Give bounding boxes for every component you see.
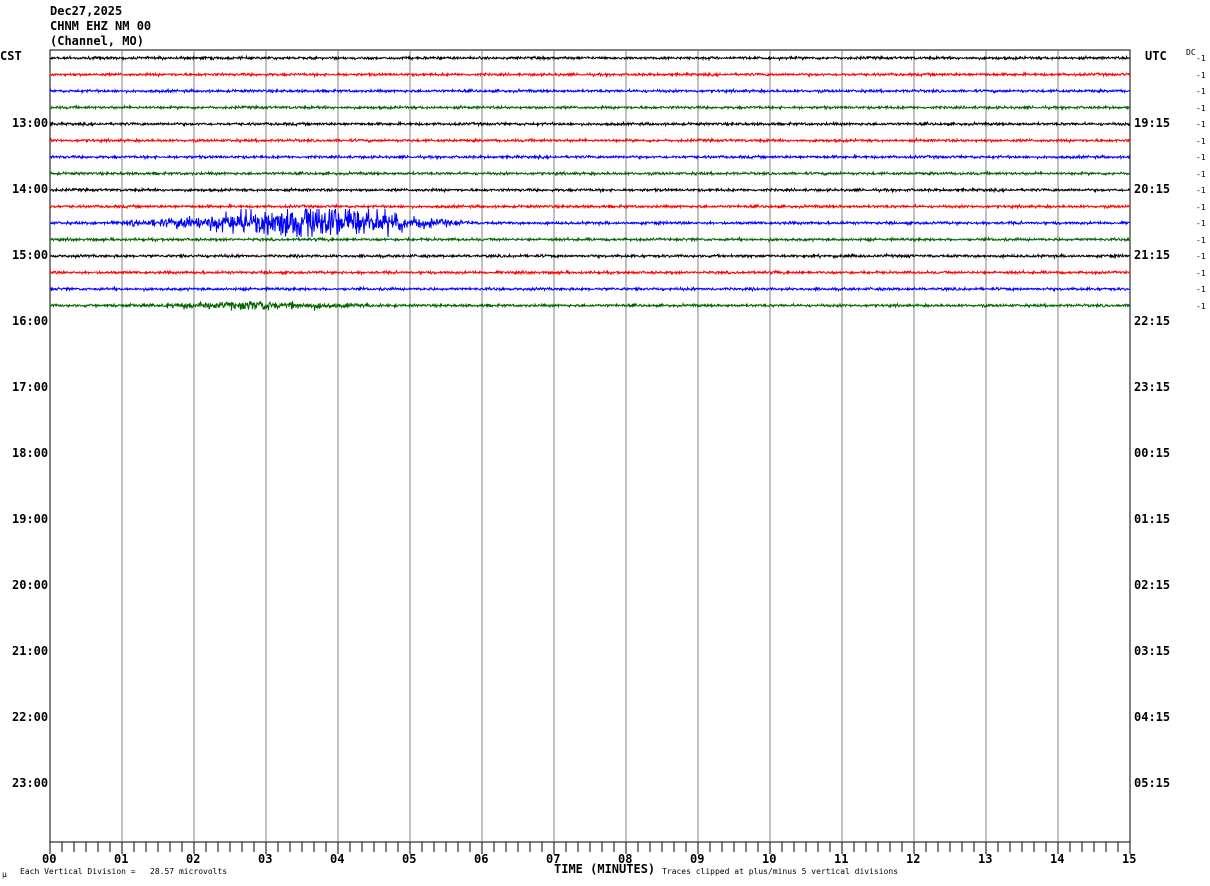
right-hour-label: 05:15 — [1134, 776, 1171, 790]
seismic-trace — [49, 208, 1131, 238]
x-axis-label: TIME (MINUTES) — [554, 862, 656, 876]
x-tick-label: 04 — [330, 852, 345, 866]
right-hour-label: 19:15 — [1134, 116, 1171, 130]
dc-offset-label: -1 — [1196, 120, 1206, 129]
right-hour-label: 22:15 — [1134, 314, 1171, 328]
seismic-trace — [49, 268, 1131, 277]
x-tick-label: 12 — [906, 852, 921, 866]
seismic-trace — [49, 203, 1131, 210]
dc-offset-label: -1 — [1196, 235, 1206, 245]
left-hour-label: 23:00 — [12, 776, 49, 790]
x-tick-label: 10 — [762, 852, 777, 866]
x-tick-label: 15 — [1122, 852, 1137, 866]
plot-area — [49, 49, 1131, 854]
right-hour-label: 04:15 — [1134, 710, 1171, 724]
x-tick-label: 03 — [258, 852, 273, 866]
dc-offset-label: -1 — [1196, 153, 1206, 162]
x-tick-label: 07 — [546, 852, 561, 866]
x-tick-label: 01 — [114, 852, 129, 866]
left-hour-label: 13:00 — [12, 116, 49, 130]
scale-note: Each Vertical Division = 28.57 microvolt… — [20, 867, 228, 876]
dc-offset-label: -1 — [1196, 301, 1206, 311]
left-hour-label: 19:00 — [12, 512, 49, 526]
dc-offset-label: -1 — [1196, 285, 1206, 294]
left-hour-label: 17:00 — [12, 380, 49, 394]
dc-offset-label: -1 — [1196, 268, 1206, 278]
seismic-trace — [49, 120, 1131, 128]
right-hour-label: 02:15 — [1134, 578, 1171, 592]
right-hour-label: 00:15 — [1134, 446, 1171, 460]
helicorder-chart: Dec27,2025 CHNM EHZ NM 00 (Channel, MO) … — [0, 0, 1210, 886]
dc-offset-label: -1 — [1196, 169, 1206, 179]
left-hour-label: 14:00 — [12, 182, 49, 196]
mu-symbol: µ — [2, 870, 7, 879]
right-hour-label: 23:15 — [1134, 380, 1171, 394]
seismic-trace — [49, 87, 1131, 95]
x-tick-label: 08 — [618, 852, 633, 866]
x-tick-label: 13 — [978, 852, 993, 866]
seismic-trace — [49, 54, 1131, 62]
x-tick-label: 00 — [42, 852, 57, 866]
right-hour-label: 03:15 — [1134, 644, 1171, 658]
left-hour-label: 18:00 — [12, 446, 49, 460]
left-hour-label: 16:00 — [12, 314, 49, 328]
seismic-trace — [49, 170, 1130, 177]
dc-offset-label: -1 — [1196, 219, 1206, 228]
x-tick-label: 14 — [1050, 852, 1065, 866]
dc-offset-label: -1 — [1196, 252, 1206, 261]
seismic-trace — [49, 235, 1131, 244]
left-hour-label: 15:00 — [12, 248, 49, 262]
x-tick-label: 02 — [186, 852, 201, 866]
left-hour-label: 22:00 — [12, 710, 49, 724]
seismic-trace — [49, 300, 1131, 311]
dc-offset-label: -1 — [1196, 70, 1206, 80]
seismic-trace — [49, 186, 1130, 194]
dc-offset-label: -1 — [1196, 54, 1206, 63]
left-hour-label: 20:00 — [12, 578, 49, 592]
seismic-trace — [49, 252, 1131, 260]
seismic-trace — [50, 137, 1131, 144]
seismic-trace — [49, 71, 1131, 79]
dc-offset-label: -1 — [1196, 87, 1206, 96]
dc-offset-label: -1 — [1196, 136, 1206, 146]
dc-offset-label: -1 — [1196, 103, 1206, 113]
x-tick-label: 06 — [474, 852, 489, 866]
x-tick-label: 09 — [690, 852, 705, 866]
dc-offset-label: -1 — [1196, 186, 1206, 195]
right-hour-label: 21:15 — [1134, 248, 1171, 262]
dc-offset-label: -1 — [1196, 202, 1206, 212]
plot-frame — [49, 49, 1131, 843]
left-hour-label: 21:00 — [12, 644, 49, 658]
right-hour-label: 01:15 — [1134, 512, 1171, 526]
seismic-trace — [49, 153, 1131, 161]
seismic-trace — [49, 104, 1131, 112]
seismic-trace — [49, 285, 1131, 293]
clip-note: Traces clipped at plus/minus 5 vertical … — [662, 867, 899, 876]
x-tick-label: 05 — [402, 852, 417, 866]
x-tick-label: 11 — [834, 852, 849, 866]
right-hour-label: 20:15 — [1134, 182, 1171, 196]
